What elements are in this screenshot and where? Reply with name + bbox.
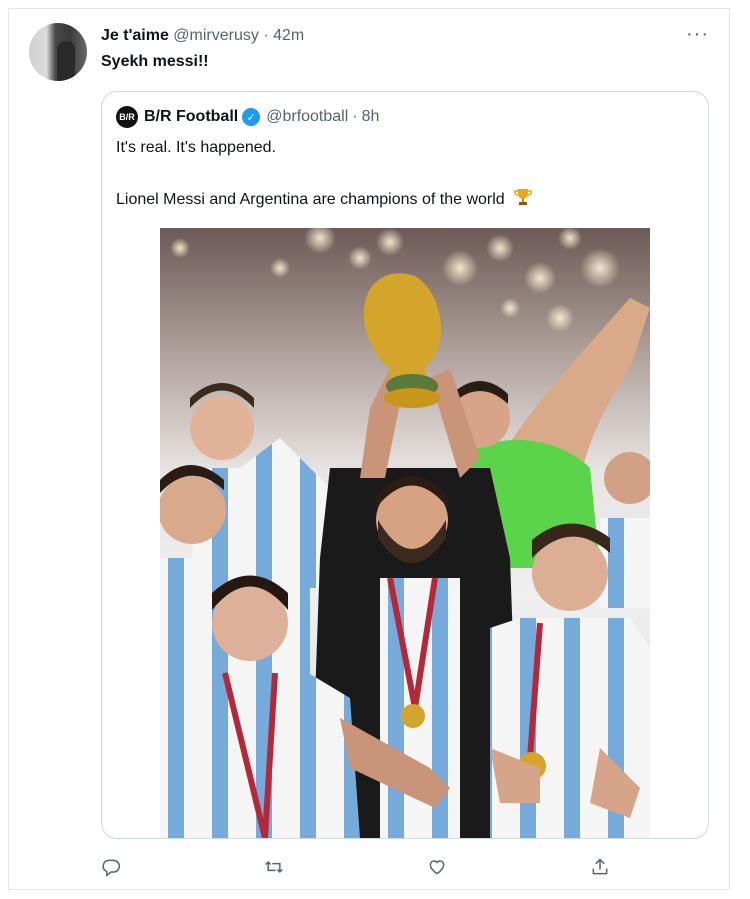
share-icon[interactable] <box>588 855 612 879</box>
quoted-header: B/R B/R Football ✓ @brfootball · 8h <box>116 106 379 128</box>
quoted-text-line1: It's real. It's happened. <box>116 139 276 156</box>
quoted-text-line2-content: Lionel Messi and Argentina are champions… <box>116 191 505 208</box>
quoted-timestamp[interactable]: 8h <box>362 108 380 126</box>
separator: · <box>263 27 269 44</box>
quoted-text-line2: Lionel Messi and Argentina are champions… <box>116 187 533 212</box>
handle[interactable]: @mirverusy <box>173 27 259 44</box>
quoted-display-name[interactable]: B/R Football <box>144 108 238 126</box>
verified-badge-icon: ✓ <box>242 108 261 126</box>
reply-icon[interactable] <box>99 855 123 879</box>
avatar[interactable] <box>29 23 87 81</box>
quoted-handle[interactable]: @brfootball <box>266 108 348 126</box>
action-bar <box>9 855 729 885</box>
tweet-text: Syekh messi!! <box>101 53 209 70</box>
trophy-icon <box>513 187 533 212</box>
quoted-tweet[interactable]: B/R B/R Football ✓ @brfootball · 8h It's… <box>101 91 709 839</box>
tweet-card[interactable]: Je t'aime @mirverusy · 42m ··· Syekh mes… <box>8 8 730 890</box>
display-name[interactable]: Je t'aime <box>101 27 169 44</box>
more-icon[interactable]: ··· <box>686 23 709 46</box>
like-icon[interactable] <box>425 855 449 879</box>
quoted-separator: · <box>352 108 358 125</box>
celebration-photo[interactable] <box>160 228 650 838</box>
br-logo[interactable]: B/R <box>116 106 138 128</box>
retweet-icon[interactable] <box>262 855 286 879</box>
timestamp[interactable]: 42m <box>273 27 304 44</box>
tweet-header: Je t'aime @mirverusy · 42m <box>101 27 304 45</box>
